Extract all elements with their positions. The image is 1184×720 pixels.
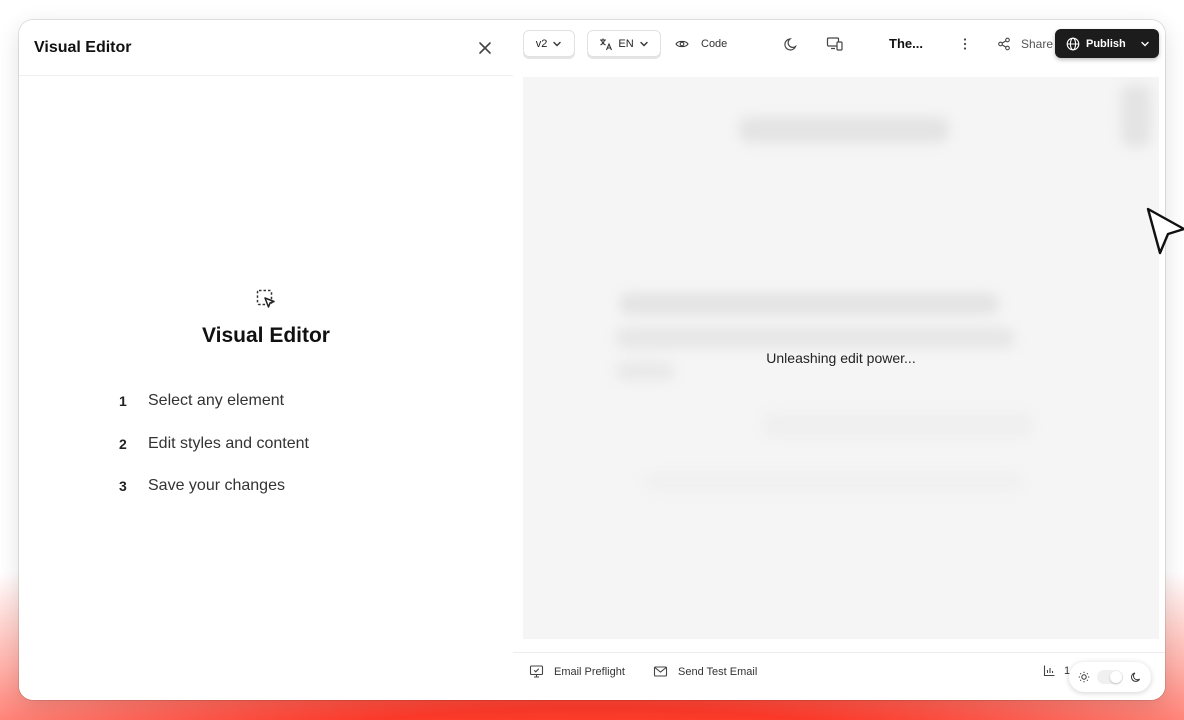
blurred-placeholder [739,117,949,143]
more-vertical-icon[interactable] [956,35,974,53]
hero-title: Visual Editor [202,324,330,347]
globe-icon [1066,37,1080,50]
step-label: Select any element [148,392,285,410]
bottom-bar: Email Preflight Send Test Email 14. [513,652,1165,700]
blurred-placeholder [763,412,1033,438]
publish-button[interactable]: Publish [1055,29,1159,58]
theme-title[interactable]: The... [889,30,923,57]
chevron-down-icon [553,41,562,46]
code-toggle-button[interactable]: Code [675,30,727,57]
sun-icon [1078,671,1090,683]
email-preview-canvas: Unleashing edit power... [523,77,1159,639]
step-label: Save your changes [148,477,285,495]
toggle-knob [1110,671,1122,683]
share-button[interactable]: Share [997,30,1053,57]
steps-list: 1 Select any element 2 Edit styles and c… [119,380,309,508]
language-select[interactable]: EN [587,30,661,57]
chevron-down-icon [639,41,648,46]
blurred-placeholder [643,472,1023,492]
app-window: Visual Editor Visual Editor 1 Select any… [19,20,1165,700]
blurred-placeholder [1121,85,1151,147]
mouse-pointer-icon [1146,207,1184,255]
visual-editor-panel: Visual Editor Visual Editor 1 Select any… [19,20,513,700]
close-button[interactable] [475,38,495,58]
send-test-email-label: Send Test Email [678,665,758,678]
selection-cursor-icon [256,289,275,308]
step-item: 3 Save your changes [119,465,309,508]
step-number: 2 [119,435,127,452]
monitor-check-icon [529,665,544,678]
moon-icon [1131,672,1140,682]
version-label: v2 [535,37,548,50]
close-icon [479,42,491,54]
publish-label: Publish [1086,37,1126,50]
toggle-switch[interactable] [1097,670,1123,684]
share-icon [998,37,1010,50]
mail-icon [653,666,668,677]
translate-icon [600,38,613,50]
step-item: 2 Edit styles and content [119,423,309,466]
email-preflight-label: Email Preflight [554,665,625,678]
bar-chart-icon [1043,665,1055,677]
step-number: 1 [119,393,127,410]
panel-header: Visual Editor [19,20,513,76]
blurred-placeholder [619,293,999,315]
panel-title: Visual Editor [34,39,132,56]
share-label: Share [1021,36,1054,51]
chevron-down-icon [1141,41,1149,46]
top-toolbar: v2 EN Code The... Share Publish [513,20,1165,70]
eye-icon [675,40,689,47]
loading-message: Unleashing edit power... [766,350,916,366]
language-label: EN [618,37,634,50]
send-test-email-button[interactable]: Send Test Email [653,664,757,679]
preview-area: v2 EN Code The... Share Publish Unleashi… [513,20,1165,700]
theme-toggle[interactable] [1069,662,1151,692]
blurred-placeholder [615,327,1015,349]
step-item: 1 Select any element [119,380,309,423]
responsive-devices-icon[interactable] [826,35,844,53]
hero: Visual Editor [19,288,513,347]
email-preflight-button[interactable]: Email Preflight [529,664,625,679]
step-number: 3 [119,478,127,495]
version-select[interactable]: v2 [523,30,575,57]
moon-icon[interactable] [783,35,801,53]
step-label: Edit styles and content [148,434,309,452]
code-label: Code [701,37,728,50]
